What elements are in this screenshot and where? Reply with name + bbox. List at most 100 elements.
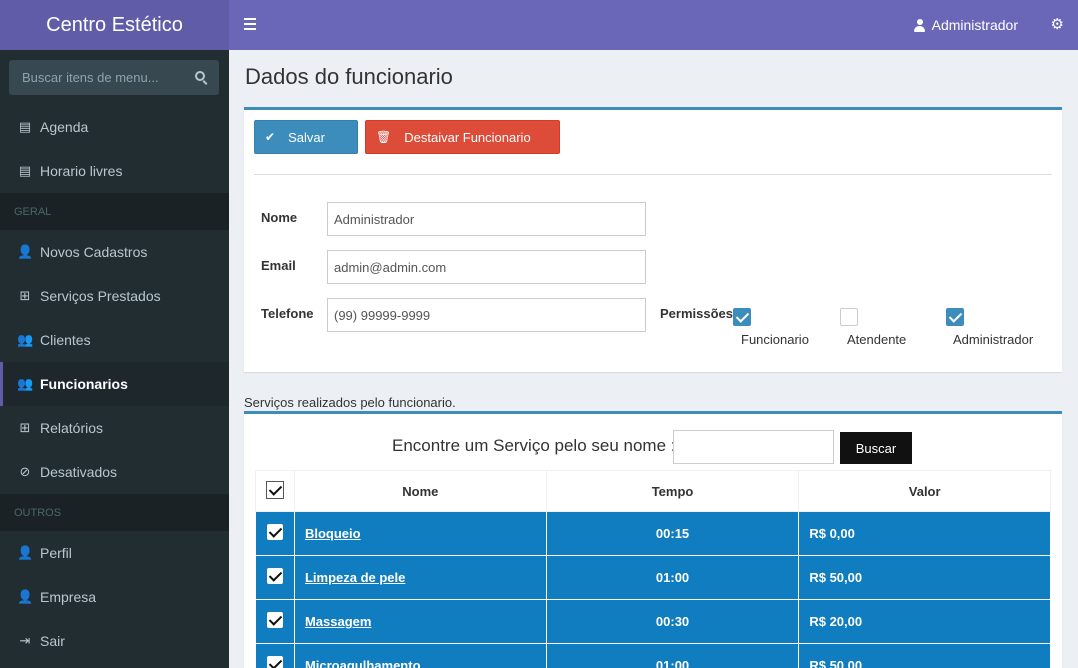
service-name-link[interactable]: Limpeza de pele bbox=[305, 570, 405, 585]
service-search-row: Encontre um Serviço pelo seu nome : Busc… bbox=[255, 426, 1051, 470]
sidebar-item-label: Relatórios bbox=[40, 420, 104, 436]
permission-administrador-label: Administrador bbox=[953, 332, 1034, 347]
sidebar-search bbox=[9, 60, 219, 95]
sidebar-item-clientes[interactable]: 👥 Clientes bbox=[0, 318, 229, 362]
permissoes-label: Permissões bbox=[660, 306, 733, 321]
table-row[interactable]: Limpeza de pele 01:00 R$ 50,00 bbox=[255, 555, 1051, 600]
sign-out-icon: ⇥ bbox=[19, 633, 31, 648]
save-button[interactable]: ✔ Salvar bbox=[254, 120, 358, 154]
column-header-nome[interactable]: Nome bbox=[293, 470, 547, 512]
service-name-cell: Bloqueio bbox=[293, 511, 547, 556]
select-all-cell bbox=[255, 470, 295, 512]
search-icon[interactable] bbox=[195, 71, 208, 85]
menu-header-geral: GERAL bbox=[0, 193, 229, 230]
column-header-tempo[interactable]: Tempo bbox=[545, 470, 800, 512]
sidebar-item-servicos-prestados[interactable]: ⊞ Serviços Prestados bbox=[0, 274, 229, 318]
service-name-link[interactable]: Massagem bbox=[305, 614, 371, 629]
telefone-input[interactable]: (99) 99999-9999 bbox=[327, 298, 646, 332]
trash-icon: 🗑 bbox=[376, 130, 392, 144]
check-icon: ✔ bbox=[265, 130, 276, 144]
save-button-label: Salvar bbox=[288, 129, 325, 145]
permission-atendente-checkbox[interactable] bbox=[840, 308, 858, 326]
row-checkbox-cell bbox=[255, 599, 295, 644]
sidebar-item-sair[interactable]: ⇥ Sair bbox=[0, 619, 229, 663]
row-checkbox-cell bbox=[255, 555, 295, 600]
nome-label: Nome bbox=[261, 210, 298, 225]
sidebar-item-label: Perfil bbox=[40, 545, 72, 561]
table-header-row: Nome Tempo Valor bbox=[255, 470, 1051, 512]
ban-icon: ⊘ bbox=[19, 464, 31, 479]
table-row[interactable]: Bloqueio 00:15 R$ 0,00 bbox=[255, 511, 1051, 556]
gears-icon[interactable]: ⚙ bbox=[1051, 17, 1064, 33]
row-checkbox-cell bbox=[255, 643, 295, 668]
deactivate-employee-button[interactable]: 🗑 Destaivar Funcionario bbox=[365, 120, 560, 154]
permission-atendente-label: Atendente bbox=[847, 332, 907, 347]
sidebar-item-label: Sair bbox=[40, 633, 65, 649]
service-name-cell: Microagulhamento bbox=[293, 643, 547, 668]
service-time-cell: 01:00 bbox=[545, 555, 800, 600]
sidebar-item-label: Novos Cadastros bbox=[40, 244, 148, 260]
sidebar: ▤ Agenda ▤ Horario livres GERAL 👤 Novos Cad… bbox=[0, 50, 229, 668]
permission-funcionario-checkbox[interactable] bbox=[733, 308, 751, 326]
divider bbox=[254, 174, 1052, 175]
sidebar-item-desativados[interactable]: ⊘ Desativados bbox=[0, 450, 229, 494]
service-name-cell: Massagem bbox=[293, 599, 547, 644]
service-name-link[interactable]: Bloqueio bbox=[305, 526, 361, 541]
sidebar-item-label: Serviços Prestados bbox=[40, 288, 161, 304]
nome-input[interactable]: Administrador bbox=[327, 202, 646, 236]
service-search-input[interactable] bbox=[673, 430, 834, 464]
sidebar-search-input[interactable] bbox=[9, 60, 184, 95]
sidebar-item-funcionarios[interactable]: 👥 Funcionarios bbox=[0, 362, 229, 406]
service-value-cell: R$ 50,00 bbox=[798, 643, 1051, 668]
email-input[interactable]: admin@admin.com bbox=[327, 250, 646, 284]
table-icon: ⊞ bbox=[19, 420, 31, 435]
top-navbar: Administrador ⚙ bbox=[229, 0, 1078, 50]
service-time-cell: 01:00 bbox=[545, 643, 800, 668]
bars-icon[interactable] bbox=[244, 18, 256, 30]
user-icon bbox=[913, 18, 925, 32]
row-checkbox[interactable] bbox=[266, 612, 283, 628]
list-icon: ▤ bbox=[18, 163, 32, 178]
permission-administrador-checkbox[interactable] bbox=[946, 308, 964, 326]
sidebar-item-relatorios[interactable]: ⊞ Relatórios bbox=[0, 406, 229, 450]
plus-square-icon: ⊞ bbox=[19, 288, 31, 303]
user-name: Administrador bbox=[931, 17, 1018, 33]
users-icon: 👥 bbox=[17, 376, 34, 391]
service-time-cell: 00:15 bbox=[545, 511, 800, 556]
sidebar-item-empresa[interactable]: 👤 Empresa bbox=[0, 575, 229, 619]
service-value-cell: R$ 50,00 bbox=[798, 555, 1051, 600]
menu-header-outros: OUTROS bbox=[0, 494, 229, 531]
service-value-cell: R$ 20,00 bbox=[798, 599, 1051, 644]
services-table: Nome Tempo Valor Bloqueio 00:15 R$ 0,00 … bbox=[255, 470, 1051, 668]
sidebar-item-agenda[interactable]: ▤ Agenda bbox=[0, 105, 229, 149]
sidebar-item-novos-cadastros[interactable]: 👤 Novos Cadastros bbox=[0, 230, 229, 274]
permission-funcionario-label: Funcionario bbox=[741, 332, 809, 347]
user-menu[interactable]: Administrador bbox=[913, 0, 1018, 50]
row-checkbox[interactable] bbox=[266, 524, 283, 540]
buscar-button[interactable]: Buscar bbox=[840, 432, 912, 464]
page-title: Dados do funcionario bbox=[245, 64, 453, 89]
sidebar-item-horario-livres[interactable]: ▤ Horario livres bbox=[0, 149, 229, 193]
user-plus-icon: 👤 bbox=[17, 244, 34, 259]
table-row[interactable]: Massagem 00:30 R$ 20,00 bbox=[255, 599, 1051, 644]
brand-logo[interactable]: Centro Estético bbox=[0, 0, 229, 50]
select-all-checkbox[interactable] bbox=[265, 480, 284, 499]
user-icon: 👤 bbox=[17, 545, 34, 560]
email-label: Email bbox=[261, 258, 296, 273]
service-time-cell: 00:30 bbox=[545, 599, 800, 644]
table-row[interactable]: Microagulhamento 01:00 R$ 50,00 bbox=[255, 643, 1051, 668]
employee-form-box: ✔ Salvar 🗑 Destaivar Funcionario Nome Admi… bbox=[244, 107, 1062, 372]
sidebar-item-label: Desativados bbox=[40, 464, 118, 480]
sidebar-item-perfil[interactable]: 👤 Perfil bbox=[0, 531, 229, 575]
row-checkbox[interactable] bbox=[266, 656, 283, 668]
service-name-link[interactable]: Microagulhamento bbox=[305, 658, 421, 668]
users-icon: 👥 bbox=[17, 332, 34, 347]
deactivate-button-label: Destaivar Funcionario bbox=[404, 129, 531, 145]
row-checkbox[interactable] bbox=[266, 568, 283, 584]
sidebar-item-label: Clientes bbox=[40, 332, 91, 348]
telefone-label: Telefone bbox=[261, 306, 314, 321]
sidebar-item-label: Horario livres bbox=[40, 163, 123, 179]
calendar-list-icon: ▤ bbox=[18, 119, 32, 134]
column-header-valor[interactable]: Valor bbox=[798, 470, 1051, 512]
brand-name: Centro Estético bbox=[46, 13, 183, 36]
